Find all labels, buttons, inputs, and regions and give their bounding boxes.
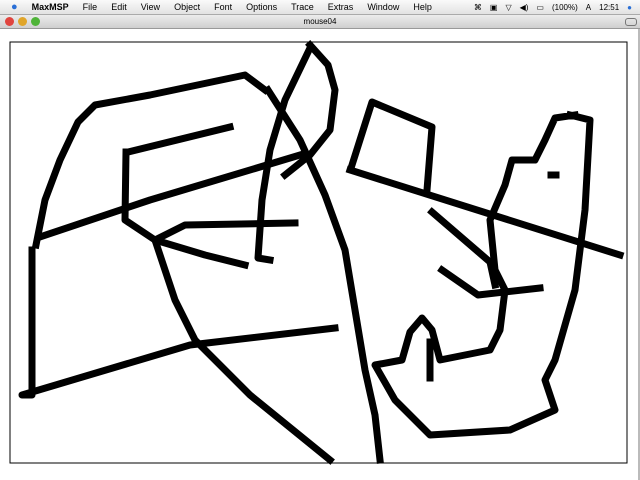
stroke — [31, 71, 270, 250]
stroke — [18, 246, 339, 399]
stroke — [371, 110, 594, 439]
stroke — [121, 148, 250, 270]
drawing-canvas[interactable] — [0, 0, 640, 480]
stroke — [427, 207, 500, 290]
stroke — [123, 122, 235, 157]
stroke — [263, 85, 384, 464]
stroke — [150, 219, 299, 245]
